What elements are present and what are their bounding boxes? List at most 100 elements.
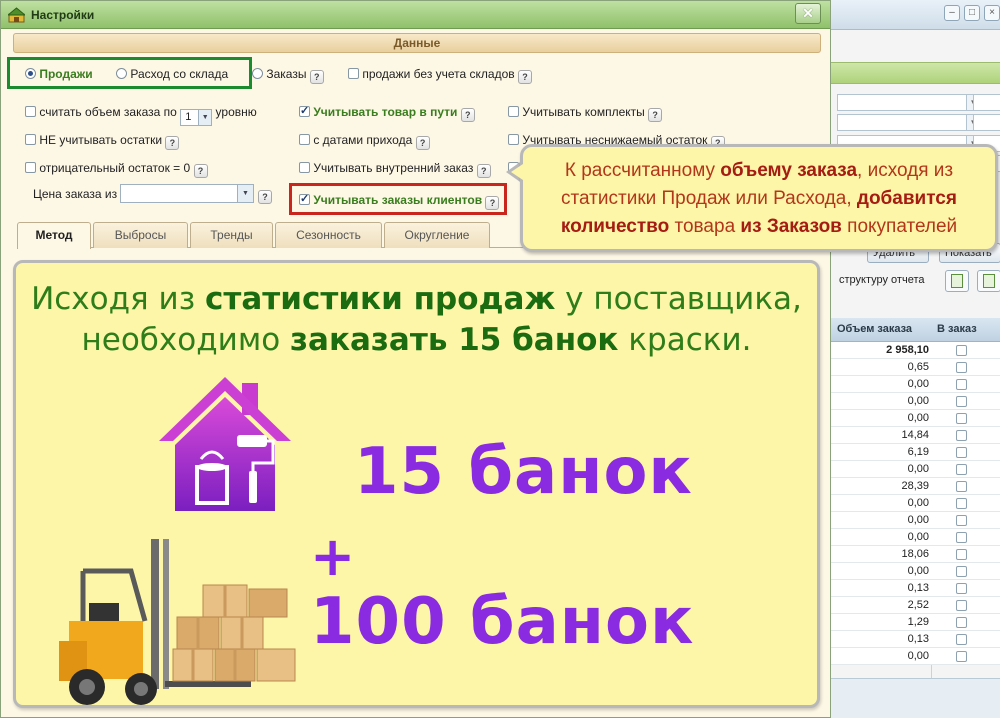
table-row[interactable]: 14,84 xyxy=(831,427,1000,444)
order-price-select[interactable]: ▼ xyxy=(120,184,254,203)
option-negative-stock[interactable]: отрицательный остаток = 0 ? xyxy=(25,161,208,178)
table-row[interactable]: 0,00 xyxy=(831,529,1000,546)
to-order-checkbox[interactable] xyxy=(956,532,967,543)
to-order-checkbox[interactable] xyxy=(956,651,967,662)
to-order-checkbox[interactable] xyxy=(956,583,967,594)
column-header-volume[interactable]: Объем заказа xyxy=(837,323,912,335)
to-order-checkbox[interactable] xyxy=(956,600,967,611)
to-order-checkbox[interactable] xyxy=(956,634,967,645)
checkbox[interactable] xyxy=(299,192,310,205)
table-row[interactable]: 0,00 xyxy=(831,410,1000,427)
chevron-down-icon[interactable]: ▼ xyxy=(237,185,253,202)
window-close-icon[interactable]: × xyxy=(984,5,1000,21)
close-button[interactable]: ✕ xyxy=(795,3,821,24)
to-order-checkbox[interactable] xyxy=(956,379,967,390)
help-icon[interactable]: ? xyxy=(258,190,272,204)
tab-seasonality[interactable]: Сезонность xyxy=(275,222,382,248)
radio-button[interactable] xyxy=(25,68,36,79)
table-row[interactable]: 2 958,10 xyxy=(831,342,1000,359)
radio-button[interactable] xyxy=(252,68,263,79)
radio-orders[interactable]: Заказы ? xyxy=(252,67,324,84)
radio-warehouse[interactable]: Расход со склада xyxy=(116,67,228,81)
option-arrival-dates[interactable]: с датами прихода ? xyxy=(299,133,430,150)
bg-filter-combo[interactable]: ▼× xyxy=(837,114,998,131)
table-row[interactable]: 0,00 xyxy=(831,461,1000,478)
bg-filter-box[interactable] xyxy=(973,114,1000,131)
to-order-checkbox[interactable] xyxy=(956,430,967,441)
to-order-checkbox[interactable] xyxy=(956,549,967,560)
excel-export-button[interactable] xyxy=(945,270,969,292)
option-kits[interactable]: Учитывать комплекты ? xyxy=(508,105,663,122)
export-button[interactable] xyxy=(977,270,1000,292)
to-order-checkbox[interactable] xyxy=(956,481,967,492)
to-order-checkbox[interactable] xyxy=(956,396,967,407)
checkbox[interactable] xyxy=(299,134,310,145)
tab-outliers[interactable]: Выбросы xyxy=(93,222,188,248)
to-order-checkbox[interactable] xyxy=(956,345,967,356)
table-row[interactable]: 0,00 xyxy=(831,376,1000,393)
to-order-checkbox[interactable] xyxy=(956,464,967,475)
table-row[interactable]: 0,00 xyxy=(831,393,1000,410)
to-order-checkbox[interactable] xyxy=(956,515,967,526)
tab-trends[interactable]: Тренды xyxy=(190,222,273,248)
tab-method[interactable]: Метод xyxy=(17,222,91,249)
to-order-checkbox[interactable] xyxy=(956,447,967,458)
help-icon[interactable]: ? xyxy=(460,108,475,122)
table-row[interactable]: 0,13 xyxy=(831,631,1000,648)
dialog-titlebar[interactable]: Настройки ✕ xyxy=(1,1,830,29)
checkbox-no-warehouse[interactable]: продажи без учета складов ? xyxy=(348,67,533,84)
table-row[interactable]: 1,29 xyxy=(831,614,1000,631)
radio-button[interactable] xyxy=(116,68,127,79)
minimize-icon[interactable]: – xyxy=(944,5,960,21)
checkbox[interactable] xyxy=(508,134,519,145)
to-order-checkbox[interactable] xyxy=(956,566,967,577)
table-row[interactable]: 0,00 xyxy=(831,563,1000,580)
info-callout: К рассчитанному объему заказа, исходя из… xyxy=(520,144,998,252)
radio-orders-label: Заказы xyxy=(266,67,307,81)
option-in-transit[interactable]: Учитывать товар в пути ? xyxy=(299,104,475,122)
callout-text-part: К рассчитанному xyxy=(564,160,721,181)
checkbox[interactable] xyxy=(25,162,36,173)
order-price-help[interactable]: ? xyxy=(258,187,272,204)
column-header-to-order[interactable]: В заказ xyxy=(937,323,977,335)
option-internal-order[interactable]: Учитывать внутренний заказ ? xyxy=(299,161,491,178)
bg-filter-box[interactable] xyxy=(973,94,1000,111)
table-row[interactable]: 0,13 xyxy=(831,580,1000,597)
help-icon[interactable]: ? xyxy=(193,164,208,178)
help-icon[interactable]: ? xyxy=(415,136,430,150)
table-row[interactable]: 0,65 xyxy=(831,359,1000,376)
checkbox[interactable] xyxy=(508,106,519,117)
help-icon[interactable]: ? xyxy=(476,164,491,178)
to-order-checkbox[interactable] xyxy=(956,498,967,509)
to-order-checkbox[interactable] xyxy=(956,413,967,424)
table-row[interactable]: 28,39 xyxy=(831,478,1000,495)
checkbox[interactable] xyxy=(348,68,359,79)
checkbox[interactable] xyxy=(25,106,36,117)
checkbox[interactable] xyxy=(299,104,310,117)
help-icon[interactable]: ? xyxy=(648,108,663,122)
table-row[interactable]: 18,06 xyxy=(831,546,1000,563)
table-row[interactable]: 0,00 xyxy=(831,648,1000,665)
bg-filter-combo[interactable]: ▼× xyxy=(837,94,998,111)
table-row[interactable]: 6,19 xyxy=(831,444,1000,461)
chevron-down-icon[interactable]: ▼ xyxy=(198,110,212,125)
level-select[interactable]: 1 ▼ xyxy=(180,109,213,126)
to-order-checkbox[interactable] xyxy=(956,617,967,628)
radio-sales[interactable]: Продажи xyxy=(25,67,93,81)
option-client-orders[interactable]: Учитывать заказы клиентов ? xyxy=(299,192,500,210)
to-order-checkbox[interactable] xyxy=(956,362,967,373)
help-icon[interactable]: ? xyxy=(309,70,324,84)
maximize-icon[interactable]: □ xyxy=(964,5,980,21)
plus-sign: + xyxy=(310,525,357,588)
help-icon[interactable]: ? xyxy=(165,136,180,150)
section-header-data[interactable]: Данные xyxy=(13,33,821,53)
checkbox[interactable] xyxy=(25,134,36,145)
table-row[interactable]: 0,00 xyxy=(831,495,1000,512)
tab-rounding[interactable]: Округление xyxy=(384,222,490,248)
help-icon[interactable]: ? xyxy=(485,196,500,210)
table-row[interactable]: 2,52 xyxy=(831,597,1000,614)
table-row[interactable]: 0,00 xyxy=(831,512,1000,529)
checkbox[interactable] xyxy=(299,162,310,173)
help-icon[interactable]: ? xyxy=(518,70,533,84)
option-ignore-stock[interactable]: НЕ учитывать остатки ? xyxy=(25,133,180,150)
